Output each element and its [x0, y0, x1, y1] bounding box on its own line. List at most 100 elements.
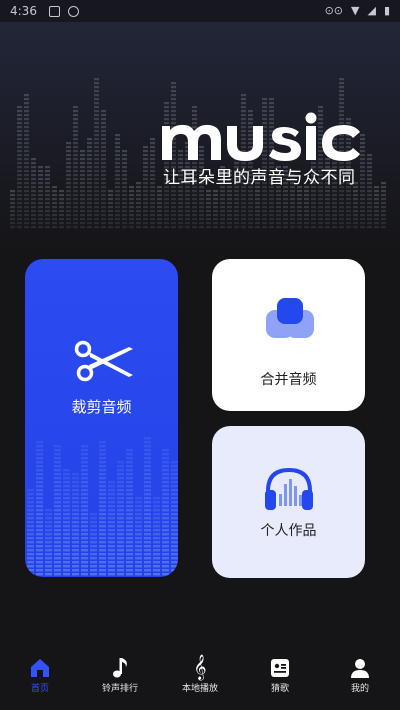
my-works-card[interactable]: 个人作品 — [212, 426, 365, 578]
card-equalizer-segment — [126, 465, 133, 468]
equalizer-segment — [318, 206, 323, 209]
equalizer-segment — [24, 174, 29, 177]
equalizer-segment — [157, 186, 162, 189]
card-equalizer-segment — [72, 481, 79, 484]
card-equalizer-segment — [72, 513, 79, 516]
card-equalizer-segment — [153, 561, 160, 564]
equalizer-segment — [59, 202, 64, 205]
equalizer-segment — [150, 194, 155, 197]
equalizer-segment — [143, 186, 148, 189]
equalizer-segment — [367, 158, 372, 161]
tab-ringtone-ranking[interactable]: 铃声排行 — [80, 648, 160, 710]
card-equalizer-segment — [171, 541, 178, 544]
equalizer-segment — [157, 210, 162, 213]
card-equalizer-segment — [90, 545, 97, 548]
equalizer-segment — [164, 218, 169, 221]
equalizer-segment — [234, 214, 239, 217]
card-equalizer-segment — [27, 533, 34, 536]
card-equalizer-segment — [135, 573, 142, 576]
card-equalizer-segment — [144, 541, 151, 544]
equalizer-segment — [59, 210, 64, 213]
equalizer-segment — [143, 182, 148, 185]
equalizer-segment — [339, 210, 344, 213]
equalizer-segment — [248, 198, 253, 201]
equalizer-segment — [94, 150, 99, 153]
equalizer-segment — [122, 206, 127, 209]
card-equalizer-segment — [27, 557, 34, 560]
card-equalizer-segment — [108, 561, 115, 564]
equalizer-segment — [339, 78, 344, 81]
equalizer-segment — [150, 202, 155, 205]
equalizer-segment — [101, 142, 106, 145]
tab-mine[interactable]: 我的 — [320, 648, 400, 710]
equalizer-segment — [318, 226, 323, 229]
card-equalizer-segment — [36, 529, 43, 532]
equalizer-segment — [248, 214, 253, 217]
card-equalizer-segment — [135, 513, 142, 516]
card-equalizer-segment — [126, 525, 133, 528]
equalizer-segment — [213, 206, 218, 209]
equalizer-segment — [66, 194, 71, 197]
equalizer-segment — [367, 202, 372, 205]
equalizer-segment — [38, 178, 43, 181]
equalizer-segment — [220, 210, 225, 213]
equalizer-segment — [360, 198, 365, 201]
card-equalizer-segment — [117, 461, 124, 464]
equalizer-segment — [94, 162, 99, 165]
equalizer-segment — [45, 178, 50, 181]
tab-guess-song[interactable]: 猜歌 — [240, 648, 320, 710]
card-equalizer-segment — [45, 573, 52, 576]
equalizer-segment — [234, 222, 239, 225]
card-equalizer-segment — [63, 529, 70, 532]
card-equalizer-segment — [54, 445, 61, 448]
equalizer-segment — [262, 218, 267, 221]
equalizer-segment — [367, 214, 372, 217]
equalizer-segment — [10, 214, 15, 217]
equalizer-segment — [171, 82, 176, 85]
card-equalizer-segment — [144, 517, 151, 520]
card-equalizer-segment — [90, 513, 97, 516]
equalizer-segment — [101, 126, 106, 129]
equalizer-segment — [206, 226, 211, 229]
tab-home[interactable]: 首页 — [0, 648, 80, 710]
equalizer-segment — [150, 226, 155, 229]
card-equalizer-segment — [144, 545, 151, 548]
card-equalizer-segment — [153, 573, 160, 576]
my-works-label: 个人作品 — [260, 523, 317, 539]
card-equalizer-segment — [99, 465, 106, 468]
card-equalizer-segment — [144, 553, 151, 556]
card-equalizer-segment — [99, 445, 106, 448]
card-equalizer-segment — [117, 501, 124, 504]
card-equalizer-segment — [63, 513, 70, 516]
card-equalizer-segment — [108, 565, 115, 568]
card-equalizer-segment — [144, 505, 151, 508]
equalizer-segment — [234, 206, 239, 209]
equalizer-segment — [94, 198, 99, 201]
equalizer-segment — [94, 110, 99, 113]
tab-local-play[interactable]: 𝄞 本地播放 — [160, 648, 240, 710]
equalizer-segment — [101, 122, 106, 125]
equalizer-segment — [192, 218, 197, 221]
merge-audio-card[interactable]: 合并音频 — [212, 259, 365, 411]
equalizer-segment — [269, 206, 274, 209]
equalizer-segment — [297, 222, 302, 225]
headphones-icon — [265, 467, 313, 510]
card-equalizer-segment — [72, 477, 79, 480]
equalizer-segment — [66, 182, 71, 185]
equalizer-segment — [325, 198, 330, 201]
card-equalizer-segment — [171, 549, 178, 552]
card-equalizer-segment — [162, 529, 169, 532]
equalizer-segment — [353, 214, 358, 217]
equalizer-segment — [87, 194, 92, 197]
equalizer-segment — [367, 166, 372, 169]
equalizer-segment — [94, 178, 99, 181]
equalizer-segment — [31, 158, 36, 161]
cut-audio-card[interactable]: 裁剪音频 — [25, 259, 178, 577]
equalizer-segment — [143, 150, 148, 153]
equalizer-segment — [269, 218, 274, 221]
equalizer-segment — [87, 178, 92, 181]
card-equalizer-segment — [36, 469, 43, 472]
equalizer-segment — [332, 190, 337, 193]
equalizer-segment — [17, 222, 22, 225]
card-equalizer-segment — [153, 541, 160, 544]
